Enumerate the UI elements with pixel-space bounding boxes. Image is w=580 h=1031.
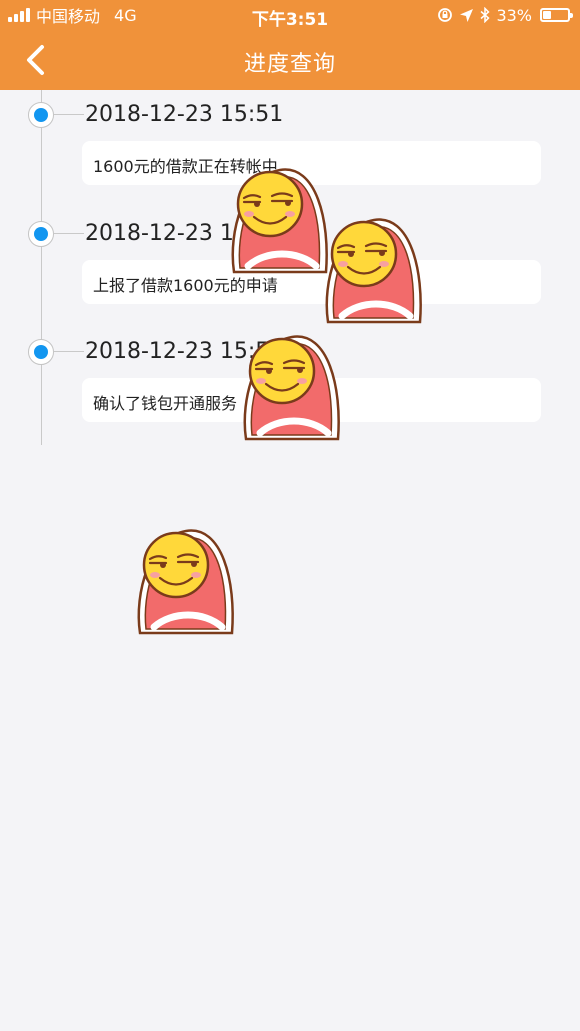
bluetooth-icon [480, 7, 491, 23]
rotation-lock-icon [438, 8, 453, 22]
blanket-smiley-sticker [226, 162, 332, 280]
timeline-dot-icon [28, 102, 54, 128]
battery-icon [540, 8, 573, 22]
timeline-connector [54, 233, 84, 234]
timeline-connector [54, 351, 84, 352]
timeline-connector [54, 114, 84, 115]
blanket-smiley-sticker [320, 212, 426, 330]
battery-percent: 33% [496, 5, 532, 25]
nav-bar: 进度查询 [0, 30, 580, 90]
status-bar: 中国移动 4G 下午3:51 33% [0, 0, 580, 30]
blanket-smiley-sticker [132, 523, 238, 641]
status-right: 33% [437, 5, 573, 25]
blanket-smiley-sticker [238, 329, 344, 447]
entry-time: 2018-12-23 15:51 [85, 102, 284, 127]
app-header: 中国移动 4G 下午3:51 33% 进度查询 [0, 0, 580, 90]
timeline-dot-icon [28, 339, 54, 365]
location-arrow-icon [460, 8, 474, 22]
timeline-dot-icon [28, 221, 54, 247]
page-title: 进度查询 [243, 52, 336, 77]
battery-level [543, 11, 551, 19]
